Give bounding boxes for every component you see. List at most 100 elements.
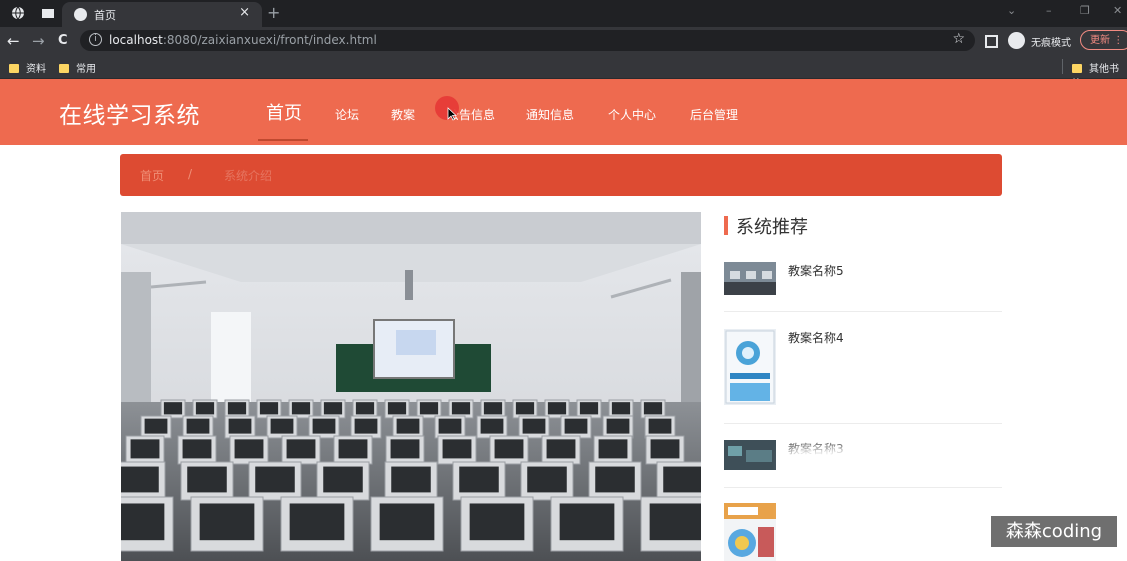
url-host: localhost [109,33,163,47]
browser-tab-active[interactable]: 首页 × [62,2,262,27]
monitor-screen [187,466,227,493]
tab-list-icon[interactable]: ⌄ [1007,4,1016,17]
nav-admin[interactable]: 后台管理 [690,106,738,123]
monitor-screen [286,439,316,459]
monitor-screen [546,439,576,459]
lesson-thumbnail-3[interactable] [724,440,776,470]
recommend-title: 系统推荐 [736,217,808,238]
monitor-screen [199,503,255,541]
url-path: :8080/zaixianxuexi/front/index.html [162,33,377,47]
monitor-screen [459,466,499,493]
nav-profile[interactable]: 个人中心 [608,106,656,123]
bookmark-star-icon[interactable]: ☆ [952,31,965,47]
monitor-screen [234,439,264,459]
incognito-label[interactable]: 无痕模式 [1031,34,1071,49]
bookmark-folder-2[interactable]: 常用 [59,60,96,75]
new-tab-button[interactable]: + [267,3,280,22]
monitor-screen [323,402,343,415]
nav-forum[interactable]: 论坛 [335,106,359,123]
minimize-button[interactable]: – [1046,4,1052,17]
monitor-screen [312,418,336,434]
monitor-screen [195,402,215,415]
bookmarks-bar: 资料 常用 其他书签 [0,55,1127,90]
folder-icon [9,64,19,73]
monitor-screen [547,402,567,415]
maximize-button[interactable]: ❐ [1080,4,1090,17]
monitor-screen [515,402,535,415]
monitor-screen [121,503,165,541]
tab-close-icon[interactable]: × [239,5,250,20]
monitor-screen [480,418,504,434]
monitor-screen [270,418,294,434]
mouse-cursor-icon [447,107,457,121]
browser-toolbar: ← → C i localhost:8080/zaixianxuexi/fron… [0,27,1127,55]
breadcrumb-home[interactable]: 首页 [140,167,164,184]
back-icon[interactable]: ← [7,32,20,50]
monitor-screen [522,418,546,434]
tab-title: 首页 [94,9,116,22]
close-window-button[interactable]: ✕ [1113,4,1122,17]
monitor-screen [121,466,159,493]
monitor-screen [598,439,628,459]
monitor-screen [469,503,525,541]
monitor-screen [643,402,663,415]
site-title[interactable]: 在线学习系统 [59,96,200,130]
monitor-screen [391,466,431,493]
nav-lesson-plans[interactable]: 教案 [391,106,415,123]
monitor-screen [442,439,472,459]
monitor-screen [595,466,635,493]
blur-overlay [786,447,856,489]
lesson-thumbnail-4[interactable] [724,503,776,561]
monitor-screen [255,466,295,493]
bookmark-label: 资料 [26,64,46,75]
classroom-photo [121,212,701,561]
site-header: 在线学习系统 首页 论坛 教案 公告信息 通知信息 个人中心 后台管理 [0,79,1127,145]
monitor-screen [494,439,524,459]
monitor-screen [396,418,420,434]
monitor-screen [663,466,701,493]
forward-icon[interactable]: → [32,32,45,50]
video-watermark: 森森coding [991,516,1117,547]
monitor-screen [355,402,375,415]
monitor-screen [564,418,588,434]
breadcrumb-current: 系统介绍 [224,169,273,183]
nav-notifications[interactable]: 通知信息 [526,106,574,123]
monitor-screen [354,418,378,434]
monitor-screen [228,418,252,434]
divider [724,487,1002,488]
update-button[interactable]: 更新 ⋮ [1080,30,1127,50]
lesson-thumbnail-2[interactable] [724,329,776,405]
address-bar[interactable]: i localhost:8080/zaixianxuexi/front/inde… [80,30,975,51]
side-panel-icon[interactable] [985,35,998,48]
monitor-rows [121,399,701,552]
monitor-screen [483,402,503,415]
blur-overlay [786,500,852,534]
tab-search-icon[interactable] [41,6,55,20]
bookmarks-divider [1062,59,1063,74]
menu-dots-icon[interactable]: ⋮ [1113,35,1123,46]
lesson-thumbnail-1[interactable] [724,262,776,295]
divider [724,423,1002,424]
url-text[interactable]: localhost:8080/zaixianxuexi/front/index.… [109,33,377,47]
monitor-screen [606,418,630,434]
monitor-screen [387,402,407,415]
monitor-screen [379,503,435,541]
bookmark-folder-1[interactable]: 资料 [9,60,46,75]
monitor-screen [163,402,183,415]
breadcrumb-separator: / [188,167,193,181]
folder-icon [1072,64,1082,73]
globe-icon[interactable] [11,6,25,20]
monitor-screen [419,402,439,415]
monitor-screen [649,503,701,541]
monitor-screen [579,402,599,415]
folder-icon [59,64,69,73]
lesson-name-2[interactable]: 教案名称4 [788,329,844,346]
update-label: 更新 [1090,35,1110,46]
nav-active-underline [258,139,308,141]
reload-icon[interactable]: C [58,33,68,48]
incognito-avatar-icon[interactable] [1008,32,1025,49]
monitor-screen [390,439,420,459]
site-info-icon[interactable]: i [89,33,102,46]
nav-home[interactable]: 首页 [266,99,302,125]
lesson-name-1[interactable]: 教案名称5 [788,262,844,279]
